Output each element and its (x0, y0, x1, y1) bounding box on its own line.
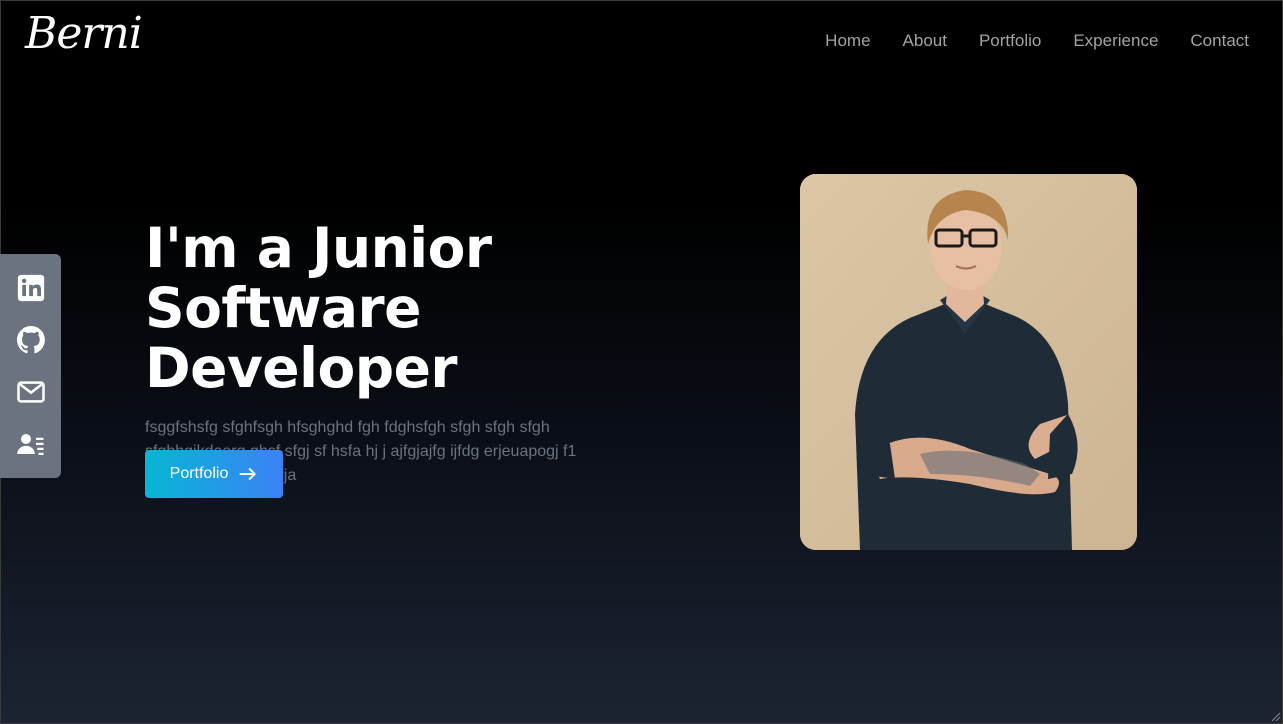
nav-link-experience[interactable]: Experience (1073, 31, 1158, 51)
logo[interactable]: Berni (25, 8, 143, 59)
nav-links: Home About Portfolio Experience Contact (825, 31, 1249, 51)
hero-title: I'm a Junior Software Developer (145, 218, 775, 398)
resume-link[interactable] (13, 426, 49, 462)
arrow-right-icon (239, 468, 257, 480)
hero-title-line-2: Developer (145, 336, 458, 400)
nav-link-home[interactable]: Home (825, 31, 870, 51)
hero-title-line-1: I'm a Junior Software (145, 216, 492, 340)
nav-link-portfolio[interactable]: Portfolio (979, 31, 1041, 51)
mail-link[interactable] (13, 374, 49, 410)
linkedin-icon (17, 274, 44, 302)
social-sidebar (0, 254, 61, 478)
resize-grip-icon[interactable] (1269, 710, 1281, 722)
github-icon (16, 326, 45, 354)
profile-photo-illustration (800, 174, 1137, 550)
navbar: Berni Home About Portfolio Experience Co… (0, 0, 1283, 84)
github-link[interactable] (13, 322, 49, 358)
hero-section: I'm a Junior Software Developer fsggfshs… (145, 218, 775, 488)
nav-link-contact[interactable]: Contact (1190, 31, 1249, 51)
contact-card-icon (16, 434, 43, 455)
portfolio-button-label: Portfolio (169, 465, 229, 482)
portfolio-button[interactable]: Portfolio (145, 450, 283, 498)
nav-link-about[interactable]: About (903, 31, 947, 51)
mail-icon (16, 381, 45, 403)
linkedin-link[interactable] (13, 270, 49, 306)
profile-photo (800, 174, 1137, 550)
